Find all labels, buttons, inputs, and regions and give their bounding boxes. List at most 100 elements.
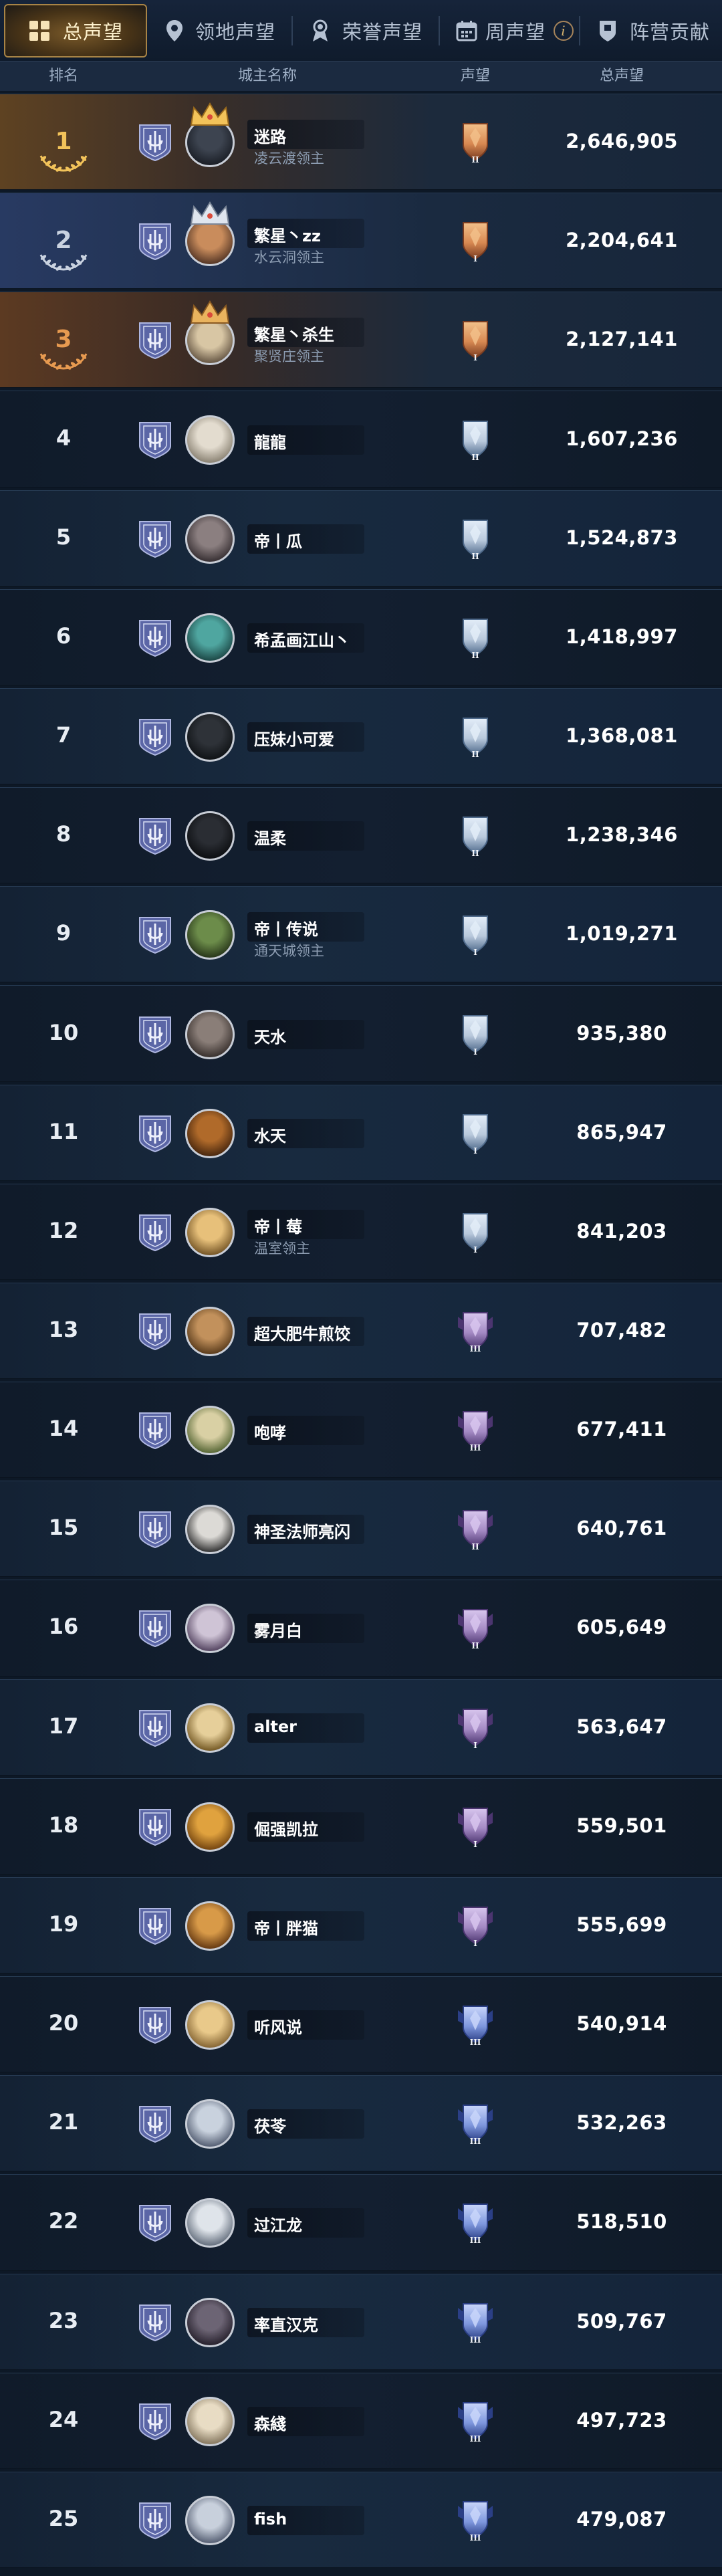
player-avatar[interactable] (185, 712, 235, 762)
tab-total-prestige[interactable]: 总声望 (4, 4, 147, 58)
player-name[interactable]: 水天 (254, 1123, 286, 1146)
player-avatar[interactable] (185, 2396, 235, 2446)
player-name[interactable]: fish (254, 2510, 287, 2529)
table-row[interactable]: 19 帝丨胖猫 I 555,699 (0, 1876, 722, 1974)
player-name[interactable]: 森綫 (254, 2411, 286, 2434)
prestige-rank-badge-icon[interactable]: I (457, 319, 494, 362)
player-avatar[interactable] (185, 1901, 235, 1951)
guild-emblem-icon[interactable] (137, 2303, 173, 2342)
prestige-rank-badge-icon[interactable]: III (457, 1310, 494, 1353)
table-row[interactable]: 8 温柔 II 1,238,346 (0, 787, 722, 884)
player-name[interactable]: 率直汉克 (254, 2312, 318, 2335)
player-name[interactable]: 雾月白 (254, 1618, 302, 1641)
player-avatar[interactable] (185, 613, 235, 663)
player-name[interactable]: alter (254, 1717, 297, 1736)
player-name[interactable]: 天水 (254, 1024, 286, 1047)
player-name[interactable]: 温柔 (254, 825, 286, 849)
prestige-rank-badge-icon[interactable]: II (457, 518, 494, 560)
prestige-rank-badge-icon[interactable]: II (457, 1607, 494, 1650)
player-avatar[interactable] (185, 1703, 235, 1753)
guild-emblem-icon[interactable] (137, 520, 173, 558)
guild-emblem-icon[interactable] (137, 2105, 173, 2143)
guild-emblem-icon[interactable] (137, 1114, 173, 1153)
table-row[interactable]: 13 超大肥牛煎饺 III 707,482 (0, 1282, 722, 1380)
player-name[interactable]: 帝丨瓜 (254, 528, 302, 552)
table-row[interactable]: 2 繁星丶zz 水云洞领主 I 2,204,641 (0, 193, 722, 290)
prestige-rank-badge-icon[interactable]: II (457, 419, 494, 461)
player-name[interactable]: 听风说 (254, 2014, 302, 2038)
prestige-rank-badge-icon[interactable]: II (457, 716, 494, 758)
player-avatar[interactable] (185, 1802, 235, 1852)
player-avatar[interactable] (185, 1306, 235, 1356)
prestige-rank-badge-icon[interactable]: I (457, 1806, 494, 1848)
player-avatar[interactable] (185, 1604, 235, 1654)
guild-emblem-icon[interactable] (137, 1907, 173, 1945)
guild-emblem-icon[interactable] (137, 1709, 173, 1747)
table-row[interactable]: 7 压妹小可爱 II 1,368,081 (0, 687, 722, 785)
player-avatar[interactable] (185, 1009, 235, 1059)
table-row[interactable]: 25 fish III 479,087 (0, 2471, 722, 2568)
table-row[interactable]: 9 帝丨传说 通天城领主 I 1,019,271 (0, 886, 722, 983)
guild-emblem-icon[interactable] (137, 421, 173, 459)
guild-emblem-icon[interactable] (137, 123, 173, 162)
table-row[interactable]: 24 森綫 III 497,723 (0, 2372, 722, 2469)
guild-emblem-icon[interactable] (137, 817, 173, 855)
table-row[interactable]: 6 希孟画江山丶 II 1,418,997 (0, 588, 722, 685)
table-row[interactable]: 21 茯苓 III 532,263 (0, 2075, 722, 2172)
guild-emblem-icon[interactable] (137, 718, 173, 756)
prestige-rank-badge-icon[interactable]: III (457, 2400, 494, 2443)
guild-emblem-icon[interactable] (137, 1411, 173, 1450)
table-row[interactable]: 4 龍龍 II 1,607,236 (0, 391, 722, 488)
guild-emblem-icon[interactable] (137, 222, 173, 261)
prestige-rank-badge-icon[interactable]: III (457, 2103, 494, 2145)
player-avatar[interactable] (185, 2297, 235, 2347)
tab-territory-prestige[interactable]: 领地声望 (155, 0, 286, 62)
prestige-rank-badge-icon[interactable]: I (457, 1211, 494, 1254)
guild-emblem-icon[interactable] (137, 1213, 173, 1252)
player-name[interactable]: 希孟画江山丶 (254, 627, 350, 651)
player-name[interactable]: 帝丨传说 (254, 916, 318, 940)
player-name[interactable]: 迷路 (254, 124, 286, 147)
player-avatar[interactable] (185, 1108, 235, 1158)
player-avatar[interactable] (185, 2495, 235, 2545)
prestige-rank-badge-icon[interactable]: II (457, 815, 494, 857)
prestige-rank-badge-icon[interactable]: II (457, 617, 494, 659)
table-row[interactable]: 1 迷路 凌云渡领主 II 2,646,905 (0, 94, 722, 191)
guild-emblem-icon[interactable] (137, 2501, 173, 2540)
info-icon[interactable]: i (554, 21, 574, 41)
prestige-rank-badge-icon[interactable]: III (457, 2301, 494, 2344)
prestige-rank-badge-icon[interactable]: III (457, 2004, 494, 2046)
prestige-rank-badge-icon[interactable]: I (457, 914, 494, 956)
player-avatar[interactable] (185, 1406, 235, 1456)
table-row[interactable]: 22 过江龙 III 518,510 (0, 2174, 722, 2271)
table-row[interactable]: 5 帝丨瓜 II 1,524,873 (0, 490, 722, 586)
guild-emblem-icon[interactable] (137, 1609, 173, 1648)
guild-emblem-icon[interactable] (137, 1312, 173, 1351)
player-name[interactable]: 咆哮 (254, 1420, 286, 1443)
player-avatar[interactable] (185, 514, 235, 564)
player-name[interactable]: 帝丨莓 (254, 1214, 302, 1237)
prestige-rank-badge-icon[interactable]: II (457, 1508, 494, 1551)
prestige-rank-badge-icon[interactable]: I (457, 1013, 494, 1056)
guild-emblem-icon[interactable] (137, 1510, 173, 1549)
prestige-rank-badge-icon[interactable]: II (457, 121, 494, 164)
player-name[interactable]: 茯苓 (254, 2113, 286, 2137)
tab-faction-contribution[interactable]: 阵营贡献 (586, 0, 722, 62)
prestige-rank-badge-icon[interactable]: I (457, 1905, 494, 1947)
player-avatar[interactable] (185, 910, 235, 960)
player-avatar[interactable] (185, 415, 235, 465)
player-avatar[interactable] (185, 1505, 235, 1555)
table-row[interactable]: 20 听风说 III 540,914 (0, 1976, 722, 2073)
table-row[interactable]: 12 帝丨莓 温室领主 I 841,203 (0, 1183, 722, 1280)
guild-emblem-icon[interactable] (137, 619, 173, 657)
table-row[interactable]: 23 率直汉克 III 509,767 (0, 2273, 722, 2370)
prestige-rank-badge-icon[interactable]: I (457, 1112, 494, 1155)
prestige-rank-badge-icon[interactable]: III (457, 1409, 494, 1452)
table-row[interactable]: 15 神圣法师亮闪 II 640,761 (0, 1481, 722, 1578)
guild-emblem-icon[interactable] (137, 2402, 173, 2441)
prestige-rank-badge-icon[interactable]: III (457, 2499, 494, 2542)
prestige-rank-badge-icon[interactable]: I (457, 1707, 494, 1749)
player-name[interactable]: 过江龙 (254, 2212, 302, 2236)
player-avatar[interactable] (185, 2198, 235, 2248)
guild-emblem-icon[interactable] (137, 2204, 173, 2242)
